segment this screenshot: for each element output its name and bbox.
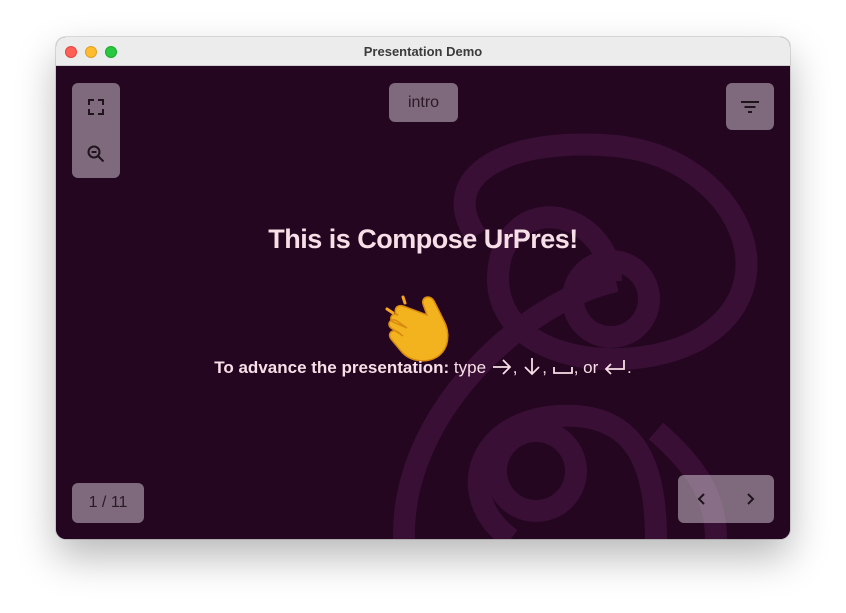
fullscreen-icon [88, 99, 104, 115]
chevron-left-icon [697, 493, 705, 505]
advance-instruction: To advance the presentation: type , , , … [56, 356, 790, 378]
fullscreen-button[interactable] [72, 83, 120, 131]
instruction-bold-text: To advance the presentation: [214, 358, 450, 377]
separator-3: , or [573, 358, 599, 377]
arrow-down-icon [524, 358, 540, 376]
window-title: Presentation Demo [363, 44, 483, 59]
app-window: Presentation Demo intro This is Compose … [56, 37, 790, 539]
instruction-type-text: type [453, 358, 487, 377]
title-bar: Presentation Demo [56, 37, 790, 66]
arrow-right-icon [492, 359, 512, 375]
filter-button[interactable] [726, 83, 774, 130]
navigation-panel [678, 475, 774, 523]
waving-hand-emoji [385, 295, 449, 362]
previous-slide-button[interactable] [678, 475, 726, 523]
separator-2: , [542, 358, 547, 377]
zoom-out-icon [87, 145, 105, 163]
slide-headline: This is Compose UrPres! [268, 224, 578, 254]
section-label-button[interactable]: intro [389, 83, 458, 122]
left-control-panel [72, 83, 120, 178]
slide-counter: 1 / 11 [72, 483, 144, 523]
zoom-out-button[interactable] [72, 130, 120, 178]
space-key-icon [552, 367, 573, 374]
slide-canvas: intro This is Compose UrPres! To advance… [56, 66, 790, 539]
separator-1: , [512, 358, 518, 377]
next-slide-button[interactable] [726, 475, 774, 523]
return-key-icon [604, 360, 625, 375]
chevron-right-icon [747, 493, 755, 505]
instruction-end: . [627, 358, 632, 377]
filter-icon [741, 100, 759, 113]
